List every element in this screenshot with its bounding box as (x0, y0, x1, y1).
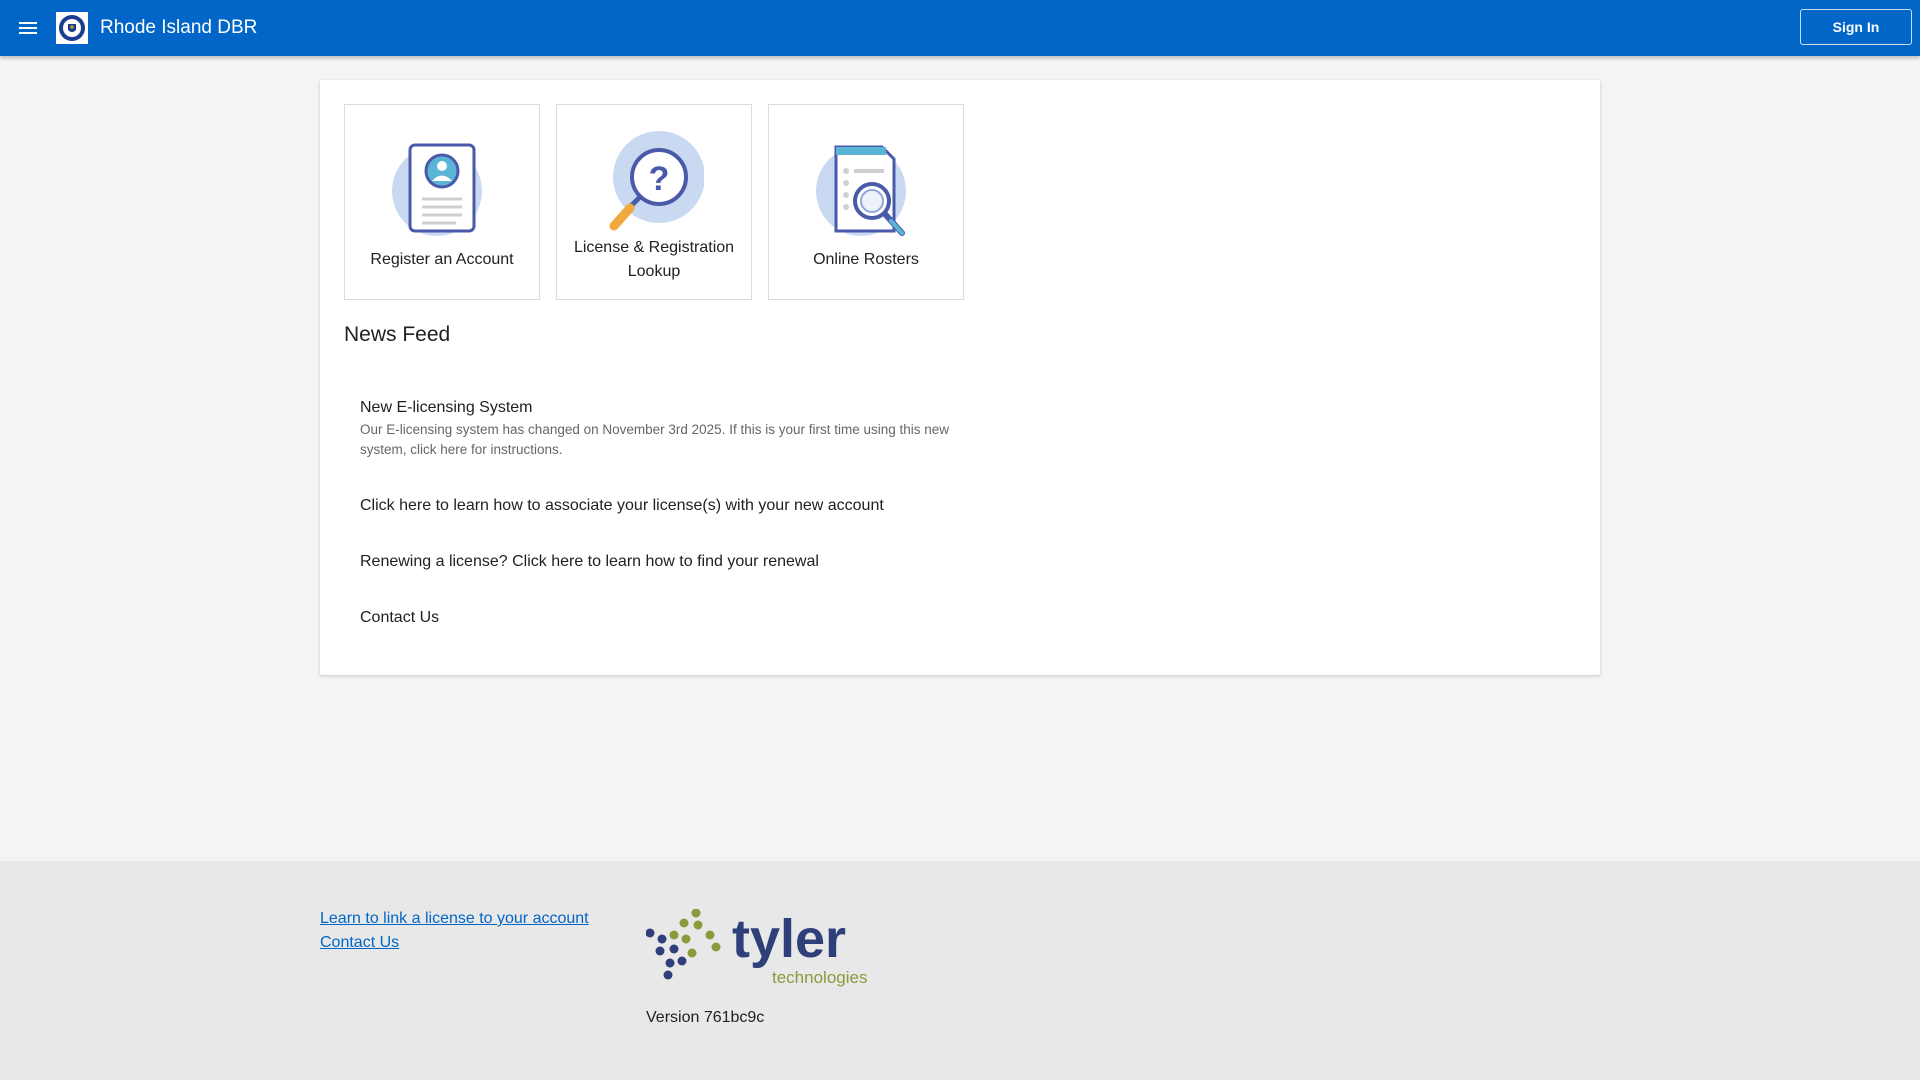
state-seal-logo[interactable] (56, 12, 88, 44)
tyler-brand-name: tyler (732, 909, 846, 969)
news-item-title: Click here to learn how to associate you… (360, 497, 884, 514)
tile-label: License & Registration Lookup (573, 239, 735, 280)
tile-label: Register an Account (370, 251, 514, 268)
magnifier-question-icon: ? (604, 131, 705, 231)
tile-license-lookup[interactable]: ? License & Registration Lookup (556, 104, 752, 300)
tile-online-rosters[interactable]: Online Rosters (768, 104, 964, 300)
news-item-title: New E-licensing System (360, 399, 533, 416)
news-item-title: Renewing a license? Click here to learn … (360, 553, 819, 570)
tile-label: Online Rosters (813, 251, 919, 268)
tyler-technologies-logo[interactable]: tyler technologies (645, 908, 876, 989)
main-panel: Register an Account ? License & Registra… (320, 80, 1600, 675)
footer-link-link-license[interactable]: Learn to link a license to your account (320, 910, 589, 928)
document-search-icon (816, 143, 916, 243)
footer-link-contact-us[interactable]: Contact Us (320, 934, 399, 952)
hamburger-menu-icon[interactable] (8, 8, 48, 48)
app-title[interactable]: Rhode Island DBR (100, 17, 257, 39)
version-label: Version 761bc9c (646, 1009, 765, 1026)
news-item-title: Contact Us (360, 609, 440, 626)
news-item-contact-us[interactable]: Contact Us (360, 607, 980, 629)
tile-register-account[interactable]: Register an Account (344, 104, 540, 300)
account-card-icon (392, 143, 492, 243)
top-app-bar: Rhode Island DBR Sign In (0, 0, 1920, 56)
news-item-associate-license[interactable]: Click here to learn how to associate you… (360, 495, 980, 517)
news-feed-title: News Feed (344, 323, 451, 346)
sign-in-button[interactable]: Sign In (1800, 9, 1912, 45)
news-item-renewal[interactable]: Renewing a license? Click here to learn … (360, 551, 980, 573)
footer: Learn to link a license to your account … (0, 861, 1920, 1080)
svg-text:?: ? (649, 160, 670, 198)
tyler-brand-sub: technologies (772, 968, 867, 987)
news-item-elicensing[interactable]: New E-licensing System Our E-licensing s… (360, 397, 980, 460)
news-item-description: Our E-licensing system has changed on No… (360, 422, 950, 457)
